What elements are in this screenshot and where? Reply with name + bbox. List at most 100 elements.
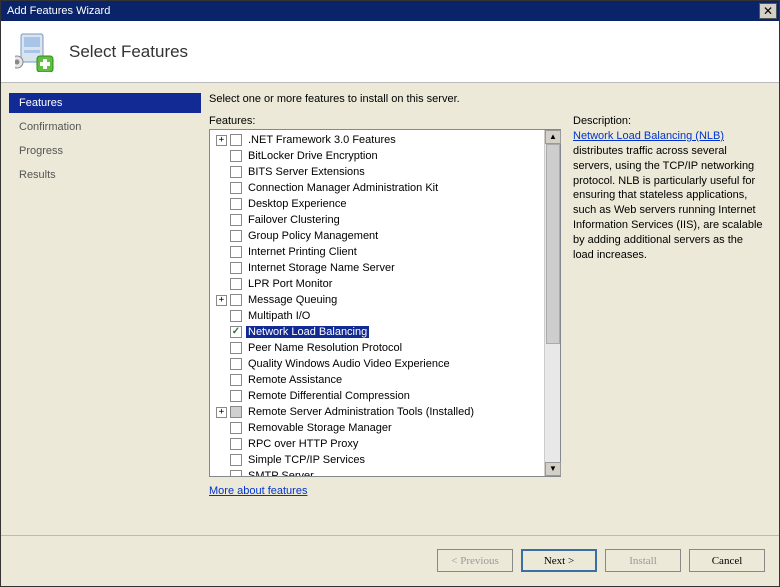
feature-node: BitLocker Drive Encryption [212, 148, 544, 164]
feature-node: SMTP Server [212, 468, 544, 476]
feature-label[interactable]: BitLocker Drive Encryption [246, 150, 380, 162]
instruction-text: Select one or more features to install o… [209, 93, 765, 105]
expand-spacer [216, 263, 227, 274]
expand-spacer [216, 183, 227, 194]
wizard-sidebar: Features Confirmation Progress Results [1, 83, 201, 535]
feature-node: + Remote Server Administration Tools (Ins… [212, 404, 544, 420]
feature-node: Quality Windows Audio Video Experience [212, 356, 544, 372]
feature-label[interactable]: Peer Name Resolution Protocol [246, 342, 404, 354]
feature-label[interactable]: Remote Server Administration Tools (Inst… [246, 406, 476, 418]
feature-label[interactable]: Desktop Experience [246, 198, 348, 210]
expand-spacer [216, 375, 227, 386]
feature-checkbox[interactable] [230, 310, 242, 322]
feature-label[interactable]: Message Queuing [246, 294, 339, 306]
next-button[interactable]: Next > [521, 549, 597, 572]
feature-checkbox[interactable] [230, 438, 242, 450]
feature-label[interactable]: BITS Server Extensions [246, 166, 367, 178]
feature-checkbox[interactable] [230, 150, 242, 162]
feature-checkbox[interactable] [230, 198, 242, 210]
features-label: Features: [209, 115, 561, 127]
expand-spacer [216, 199, 227, 210]
feature-checkbox[interactable] [230, 182, 242, 194]
feature-label[interactable]: .NET Framework 3.0 Features [246, 134, 398, 146]
feature-node: Connection Manager Administration Kit [212, 180, 544, 196]
description-link[interactable]: Network Load Balancing (NLB) [573, 130, 724, 142]
feature-label[interactable]: Internet Printing Client [246, 246, 359, 258]
feature-checkbox[interactable] [230, 166, 242, 178]
scroll-thumb[interactable] [546, 144, 560, 344]
feature-label[interactable]: Removable Storage Manager [246, 422, 394, 434]
wizard-step[interactable]: Results [9, 165, 201, 185]
feature-label[interactable]: Internet Storage Name Server [246, 262, 397, 274]
scroll-down-icon[interactable]: ▼ [545, 462, 561, 476]
expand-icon[interactable]: + [216, 295, 227, 306]
feature-checkbox[interactable] [230, 342, 242, 354]
expand-spacer [216, 279, 227, 290]
wizard-step[interactable]: Confirmation [9, 117, 201, 137]
feature-label[interactable]: RPC over HTTP Proxy [246, 438, 360, 450]
install-button[interactable]: Install [605, 549, 681, 572]
wizard-icon [15, 32, 55, 72]
feature-checkbox[interactable] [230, 374, 242, 386]
feature-node: RPC over HTTP Proxy [212, 436, 544, 452]
feature-checkbox[interactable] [230, 406, 242, 418]
feature-checkbox[interactable] [230, 358, 242, 370]
expand-spacer [216, 311, 227, 322]
close-icon[interactable]: ✕ [759, 3, 777, 19]
feature-label[interactable]: Connection Manager Administration Kit [246, 182, 440, 194]
feature-checkbox[interactable] [230, 214, 242, 226]
feature-label[interactable]: Group Policy Management [246, 230, 380, 242]
feature-node: + .NET Framework 3.0 Features [212, 132, 544, 148]
features-tree: + .NET Framework 3.0 Features BitLocker Dr… [209, 129, 561, 477]
feature-node: Removable Storage Manager [212, 420, 544, 436]
feature-checkbox[interactable] [230, 134, 242, 146]
feature-label[interactable]: Multipath I/O [246, 310, 312, 322]
feature-checkbox[interactable] [230, 422, 242, 434]
feature-label[interactable]: Remote Assistance [246, 374, 344, 386]
feature-checkbox[interactable] [230, 262, 242, 274]
page-title: Select Features [69, 42, 188, 62]
feature-node: LPR Port Monitor [212, 276, 544, 292]
feature-checkbox[interactable] [230, 278, 242, 290]
feature-label[interactable]: Failover Clustering [246, 214, 342, 226]
feature-node: Internet Printing Client [212, 244, 544, 260]
feature-checkbox[interactable] [230, 246, 242, 258]
feature-label[interactable]: Network Load Balancing [246, 326, 369, 338]
expand-spacer [216, 343, 227, 354]
titlebar: Add Features Wizard ✕ [1, 1, 779, 21]
feature-checkbox[interactable] [230, 294, 242, 306]
feature-label[interactable]: Simple TCP/IP Services [246, 454, 367, 466]
scrollbar[interactable]: ▲ ▼ [544, 130, 560, 476]
feature-node: BITS Server Extensions [212, 164, 544, 180]
feature-node: Remote Differential Compression [212, 388, 544, 404]
expand-spacer [216, 215, 227, 226]
feature-checkbox[interactable] [230, 454, 242, 466]
expand-icon[interactable]: + [216, 135, 227, 146]
wizard-step[interactable]: Progress [9, 141, 201, 161]
expand-spacer [216, 439, 227, 450]
wizard-header: Select Features [1, 21, 779, 83]
feature-node: Peer Name Resolution Protocol [212, 340, 544, 356]
description-body: distributes traffic across several serve… [573, 145, 763, 261]
expand-spacer [216, 471, 227, 477]
feature-checkbox[interactable] [230, 390, 242, 402]
feature-checkbox[interactable] [230, 230, 242, 242]
feature-node: Simple TCP/IP Services [212, 452, 544, 468]
expand-icon[interactable]: + [216, 407, 227, 418]
feature-label[interactable]: Quality Windows Audio Video Experience [246, 358, 452, 370]
feature-node: Desktop Experience [212, 196, 544, 212]
more-about-features-link[interactable]: More about features [209, 485, 561, 497]
cancel-button[interactable]: Cancel [689, 549, 765, 572]
expand-spacer [216, 247, 227, 258]
feature-label[interactable]: Remote Differential Compression [246, 390, 412, 402]
feature-label[interactable]: SMTP Server [246, 470, 316, 476]
description-label: Description: [573, 115, 765, 127]
feature-node: Remote Assistance [212, 372, 544, 388]
feature-label[interactable]: LPR Port Monitor [246, 278, 334, 290]
previous-button[interactable]: < Previous [437, 549, 513, 572]
feature-checkbox[interactable] [230, 326, 242, 338]
wizard-step[interactable]: Features [9, 93, 201, 113]
expand-spacer [216, 167, 227, 178]
scroll-up-icon[interactable]: ▲ [545, 130, 561, 144]
feature-checkbox[interactable] [230, 470, 242, 476]
